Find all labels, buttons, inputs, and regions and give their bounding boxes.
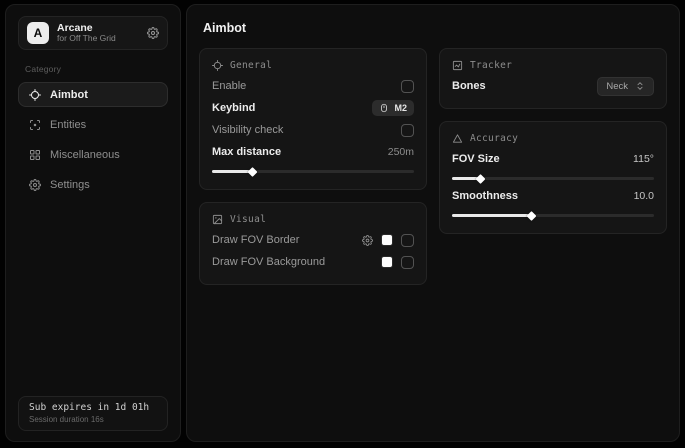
visibility-check-row: Visibility check: [212, 119, 414, 141]
crosshair-icon: [29, 89, 41, 101]
max-distance-row: Max distance 250m: [212, 141, 414, 163]
bones-row: Bones Neck: [452, 75, 654, 97]
fov-size-label: FOV Size: [452, 153, 500, 165]
smoothness-row: Smoothness 10.0: [452, 185, 654, 207]
category-label: Category: [25, 64, 168, 74]
visibility-check-checkbox[interactable]: [401, 124, 414, 137]
triangle-icon: [452, 133, 463, 144]
sidebar-item-entities[interactable]: Entities: [18, 112, 168, 137]
smoothness-value: 10.0: [634, 190, 654, 202]
max-distance-slider-fill: [212, 170, 252, 173]
keybind-badge[interactable]: M2: [372, 100, 414, 116]
bones-label: Bones: [452, 80, 486, 92]
max-distance-slider[interactable]: [212, 170, 414, 173]
app-subtitle: for Off The Grid: [57, 34, 139, 44]
visual-card-header: Visual: [212, 214, 414, 225]
sidebar-item-label: Entities: [50, 119, 86, 131]
accuracy-card-header: Accuracy: [452, 133, 654, 144]
fov-border-label: Draw FOV Border: [212, 234, 299, 246]
sidebar: A Arcane for Off The Grid Category Aimbo…: [5, 4, 181, 442]
visual-card-title: Visual: [230, 214, 266, 225]
scan-icon: [29, 119, 41, 131]
content-columns: General Enable Keybind M2: [199, 48, 667, 285]
keybind-row: Keybind M2: [212, 97, 414, 119]
crosshair-icon: [212, 60, 223, 71]
left-column: General Enable Keybind M2: [199, 48, 427, 285]
accuracy-card: Accuracy FOV Size 115° Smoothness 10.0: [439, 121, 667, 234]
fov-background-checkbox[interactable]: [401, 256, 414, 269]
fov-background-color-swatch[interactable]: [381, 256, 393, 268]
smoothness-slider[interactable]: [452, 214, 654, 217]
sidebar-item-label: Settings: [50, 179, 90, 191]
sidebar-item-aimbot[interactable]: Aimbot: [18, 82, 168, 107]
mouse-icon: [379, 103, 389, 113]
fov-size-row: FOV Size 115°: [452, 148, 654, 170]
fov-border-row: Draw FOV Border: [212, 229, 414, 251]
smoothness-slider-fill: [452, 214, 531, 217]
chevrons-up-down-icon: [635, 81, 645, 91]
sidebar-item-label: Miscellaneous: [50, 149, 120, 161]
app-header-card: A Arcane for Off The Grid: [18, 16, 168, 50]
page-title: Aimbot: [203, 21, 667, 35]
general-card-title: General: [230, 60, 272, 71]
visual-card: Visual Draw FOV Border Draw: [199, 202, 427, 285]
enable-checkbox[interactable]: [401, 80, 414, 93]
fov-border-color-swatch[interactable]: [381, 234, 393, 246]
tracker-card-title: Tracker: [470, 60, 512, 71]
main-panel: Aimbot General Enable: [186, 4, 680, 442]
tracker-card-header: Tracker: [452, 60, 654, 71]
sub-expires-text: Sub expires in 1d 01h: [29, 402, 157, 413]
accuracy-card-title: Accuracy: [470, 133, 518, 144]
bones-select[interactable]: Neck: [597, 77, 654, 96]
sidebar-item-label: Aimbot: [50, 89, 88, 101]
keybind-value: M2: [394, 103, 407, 113]
grid-icon: [29, 149, 41, 161]
app-logo: A: [27, 22, 49, 44]
smoothness-label: Smoothness: [452, 190, 518, 202]
fov-border-checkbox[interactable]: [401, 234, 414, 247]
activity-icon: [452, 60, 463, 71]
general-card-header: General: [212, 60, 414, 71]
keybind-label: Keybind: [212, 102, 255, 114]
image-icon: [212, 214, 223, 225]
bones-value: Neck: [606, 81, 628, 92]
gear-icon: [29, 179, 41, 191]
right-column: Tracker Bones Neck: [439, 48, 667, 234]
visibility-check-label: Visibility check: [212, 124, 283, 136]
fov-border-controls: [362, 234, 414, 247]
fov-background-controls: [381, 256, 414, 269]
fov-size-slider-fill: [452, 177, 480, 180]
session-duration-text: Session duration 16s: [29, 415, 157, 424]
sidebar-item-settings[interactable]: Settings: [18, 172, 168, 197]
max-distance-label: Max distance: [212, 146, 281, 158]
subscription-card: Sub expires in 1d 01h Session duration 1…: [18, 396, 168, 431]
general-card: General Enable Keybind M2: [199, 48, 427, 190]
app-window: A Arcane for Off The Grid Category Aimbo…: [0, 0, 685, 448]
fov-background-row: Draw FOV Background: [212, 251, 414, 273]
fov-size-slider[interactable]: [452, 177, 654, 180]
app-header-text: Arcane for Off The Grid: [57, 22, 139, 44]
max-distance-value: 250m: [388, 146, 414, 158]
sidebar-item-miscellaneous[interactable]: Miscellaneous: [18, 142, 168, 167]
fov-size-value: 115°: [633, 153, 654, 165]
gear-icon[interactable]: [362, 235, 373, 246]
tracker-card: Tracker Bones Neck: [439, 48, 667, 109]
enable-label: Enable: [212, 80, 246, 92]
fov-background-label: Draw FOV Background: [212, 256, 325, 268]
gear-icon[interactable]: [147, 27, 159, 39]
enable-row: Enable: [212, 75, 414, 97]
